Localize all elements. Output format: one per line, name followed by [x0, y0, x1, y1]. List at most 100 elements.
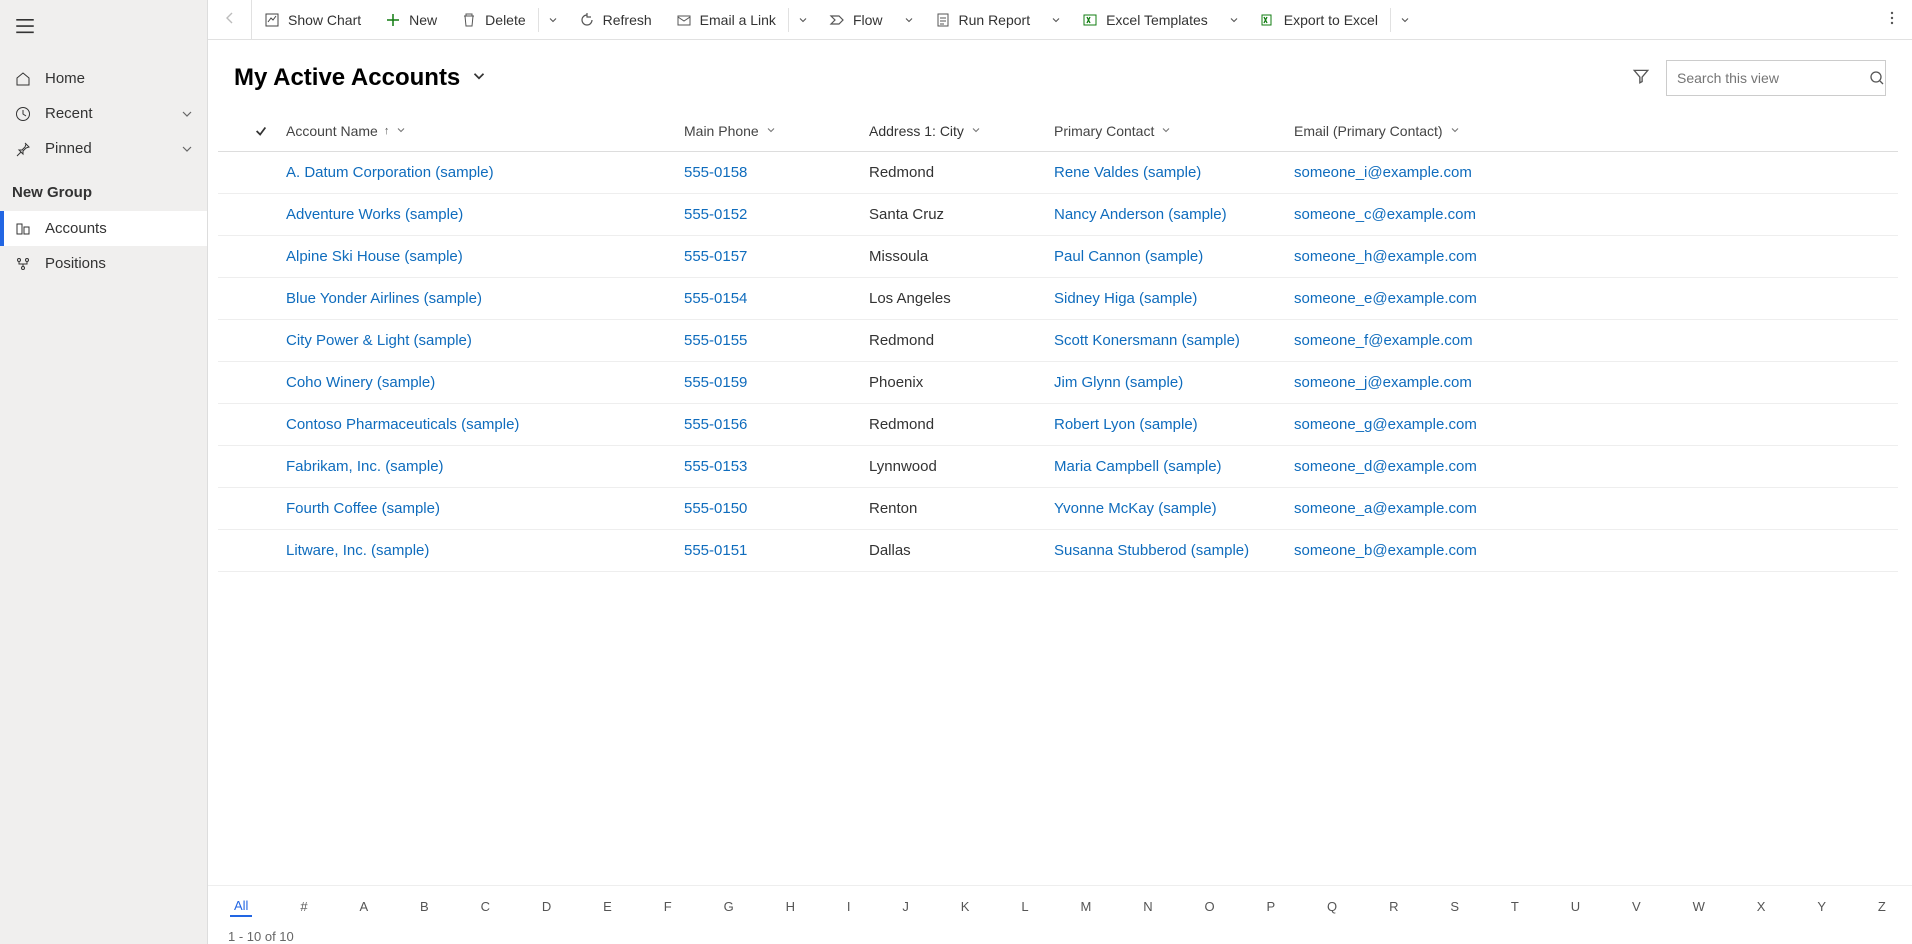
- alpha-index-n[interactable]: N: [1139, 897, 1156, 916]
- overflow-menu-button[interactable]: [1872, 10, 1912, 29]
- select-all-column[interactable]: [236, 124, 286, 138]
- email-link[interactable]: someone_d@example.com: [1294, 458, 1477, 475]
- alpha-index-all[interactable]: All: [230, 896, 252, 917]
- alpha-index-i[interactable]: I: [843, 897, 855, 916]
- filter-button[interactable]: [1624, 61, 1658, 95]
- refresh-button[interactable]: Refresh: [567, 0, 664, 39]
- alpha-index-y[interactable]: Y: [1813, 897, 1830, 916]
- phone-link[interactable]: 555-0155: [684, 332, 747, 349]
- alpha-index-#[interactable]: #: [296, 897, 311, 916]
- alpha-index-p[interactable]: P: [1262, 897, 1279, 916]
- table-row[interactable]: Litware, Inc. (sample)555-0151DallasSusa…: [218, 530, 1898, 572]
- alpha-index-q[interactable]: Q: [1323, 897, 1341, 916]
- excel-templates-button[interactable]: Excel Templates: [1070, 0, 1220, 39]
- contact-link[interactable]: Nancy Anderson (sample): [1054, 206, 1227, 223]
- account-name-link[interactable]: Litware, Inc. (sample): [286, 542, 429, 559]
- account-name-link[interactable]: Fourth Coffee (sample): [286, 500, 440, 517]
- alpha-index-m[interactable]: M: [1076, 897, 1095, 916]
- alpha-index-b[interactable]: B: [416, 897, 433, 916]
- phone-link[interactable]: 555-0153: [684, 458, 747, 475]
- email-link[interactable]: someone_c@example.com: [1294, 206, 1476, 223]
- phone-link[interactable]: 555-0156: [684, 416, 747, 433]
- view-selector[interactable]: My Active Accounts: [234, 64, 488, 92]
- alpha-index-u[interactable]: U: [1567, 897, 1584, 916]
- account-name-link[interactable]: Blue Yonder Airlines (sample): [286, 290, 482, 307]
- email-link[interactable]: someone_j@example.com: [1294, 374, 1472, 391]
- email-link-dropdown[interactable]: [789, 0, 817, 39]
- email-link[interactable]: someone_b@example.com: [1294, 542, 1477, 559]
- alpha-index-t[interactable]: T: [1507, 897, 1523, 916]
- hamburger-button[interactable]: [0, 0, 207, 53]
- alpha-index-v[interactable]: V: [1628, 897, 1645, 916]
- search-box[interactable]: [1666, 60, 1886, 96]
- new-button[interactable]: New: [373, 0, 449, 39]
- export-excel-dropdown[interactable]: [1391, 0, 1419, 39]
- contact-link[interactable]: Scott Konersmann (sample): [1054, 332, 1240, 349]
- account-name-link[interactable]: Fabrikam, Inc. (sample): [286, 458, 444, 475]
- alpha-index-w[interactable]: W: [1689, 897, 1709, 916]
- flow-dropdown[interactable]: [895, 0, 923, 39]
- alpha-index-k[interactable]: K: [957, 897, 974, 916]
- email-link[interactable]: someone_a@example.com: [1294, 500, 1477, 517]
- alpha-index-r[interactable]: R: [1385, 897, 1402, 916]
- contact-link[interactable]: Maria Campbell (sample): [1054, 458, 1222, 475]
- alpha-index-z[interactable]: Z: [1874, 897, 1890, 916]
- account-name-link[interactable]: City Power & Light (sample): [286, 332, 472, 349]
- column-header-name[interactable]: Account Name ↑: [286, 123, 684, 139]
- export-excel-button[interactable]: Export to Excel: [1248, 0, 1390, 39]
- alpha-index-s[interactable]: S: [1446, 897, 1463, 916]
- run-report-button[interactable]: Run Report: [923, 0, 1043, 39]
- table-row[interactable]: Fourth Coffee (sample)555-0150RentonYvon…: [218, 488, 1898, 530]
- sidebar-item-pinned[interactable]: Pinned: [0, 131, 207, 166]
- email-link[interactable]: someone_e@example.com: [1294, 290, 1477, 307]
- alpha-index-a[interactable]: A: [355, 897, 372, 916]
- contact-link[interactable]: Susanna Stubberod (sample): [1054, 542, 1249, 559]
- phone-link[interactable]: 555-0152: [684, 206, 747, 223]
- alpha-index-l[interactable]: L: [1017, 897, 1032, 916]
- phone-link[interactable]: 555-0150: [684, 500, 747, 517]
- contact-link[interactable]: Sidney Higa (sample): [1054, 290, 1197, 307]
- alpha-index-o[interactable]: O: [1200, 897, 1218, 916]
- account-name-link[interactable]: Coho Winery (sample): [286, 374, 435, 391]
- account-name-link[interactable]: Adventure Works (sample): [286, 206, 463, 223]
- column-header-phone[interactable]: Main Phone: [684, 123, 869, 139]
- alpha-index-c[interactable]: C: [477, 897, 494, 916]
- show-chart-button[interactable]: Show Chart: [252, 0, 373, 39]
- table-row[interactable]: Coho Winery (sample)555-0159PhoenixJim G…: [218, 362, 1898, 404]
- sidebar-item-positions[interactable]: Positions: [0, 246, 207, 281]
- contact-link[interactable]: Yvonne McKay (sample): [1054, 500, 1217, 517]
- phone-link[interactable]: 555-0151: [684, 542, 747, 559]
- alpha-index-e[interactable]: E: [599, 897, 616, 916]
- alpha-index-x[interactable]: X: [1753, 897, 1770, 916]
- column-header-contact[interactable]: Primary Contact: [1054, 123, 1294, 139]
- contact-link[interactable]: Rene Valdes (sample): [1054, 164, 1201, 181]
- table-row[interactable]: A. Datum Corporation (sample)555-0158Red…: [218, 152, 1898, 194]
- delete-button[interactable]: Delete: [449, 0, 537, 39]
- email-link[interactable]: someone_g@example.com: [1294, 416, 1477, 433]
- excel-templates-dropdown[interactable]: [1220, 0, 1248, 39]
- email-link[interactable]: someone_h@example.com: [1294, 248, 1477, 265]
- search-icon[interactable]: [1868, 70, 1885, 86]
- run-report-dropdown[interactable]: [1042, 0, 1070, 39]
- email-link[interactable]: someone_i@example.com: [1294, 164, 1472, 181]
- table-row[interactable]: Contoso Pharmaceuticals (sample)555-0156…: [218, 404, 1898, 446]
- table-row[interactable]: City Power & Light (sample)555-0155Redmo…: [218, 320, 1898, 362]
- alpha-index-j[interactable]: J: [898, 897, 913, 916]
- alpha-index-g[interactable]: G: [720, 897, 738, 916]
- delete-dropdown[interactable]: [539, 0, 567, 39]
- contact-link[interactable]: Paul Cannon (sample): [1054, 248, 1203, 265]
- table-row[interactable]: Adventure Works (sample)555-0152Santa Cr…: [218, 194, 1898, 236]
- phone-link[interactable]: 555-0159: [684, 374, 747, 391]
- phone-link[interactable]: 555-0157: [684, 248, 747, 265]
- email-link-button[interactable]: Email a Link: [664, 0, 788, 39]
- table-row[interactable]: Blue Yonder Airlines (sample)555-0154Los…: [218, 278, 1898, 320]
- column-header-email[interactable]: Email (Primary Contact): [1294, 123, 1898, 139]
- sidebar-item-home[interactable]: Home: [0, 61, 207, 96]
- sidebar-item-recent[interactable]: Recent: [0, 96, 207, 131]
- email-link[interactable]: someone_f@example.com: [1294, 332, 1473, 349]
- back-button[interactable]: [208, 0, 252, 39]
- sidebar-item-accounts[interactable]: Accounts: [0, 211, 207, 246]
- search-input[interactable]: [1667, 70, 1868, 86]
- alpha-index-d[interactable]: D: [538, 897, 555, 916]
- phone-link[interactable]: 555-0154: [684, 290, 747, 307]
